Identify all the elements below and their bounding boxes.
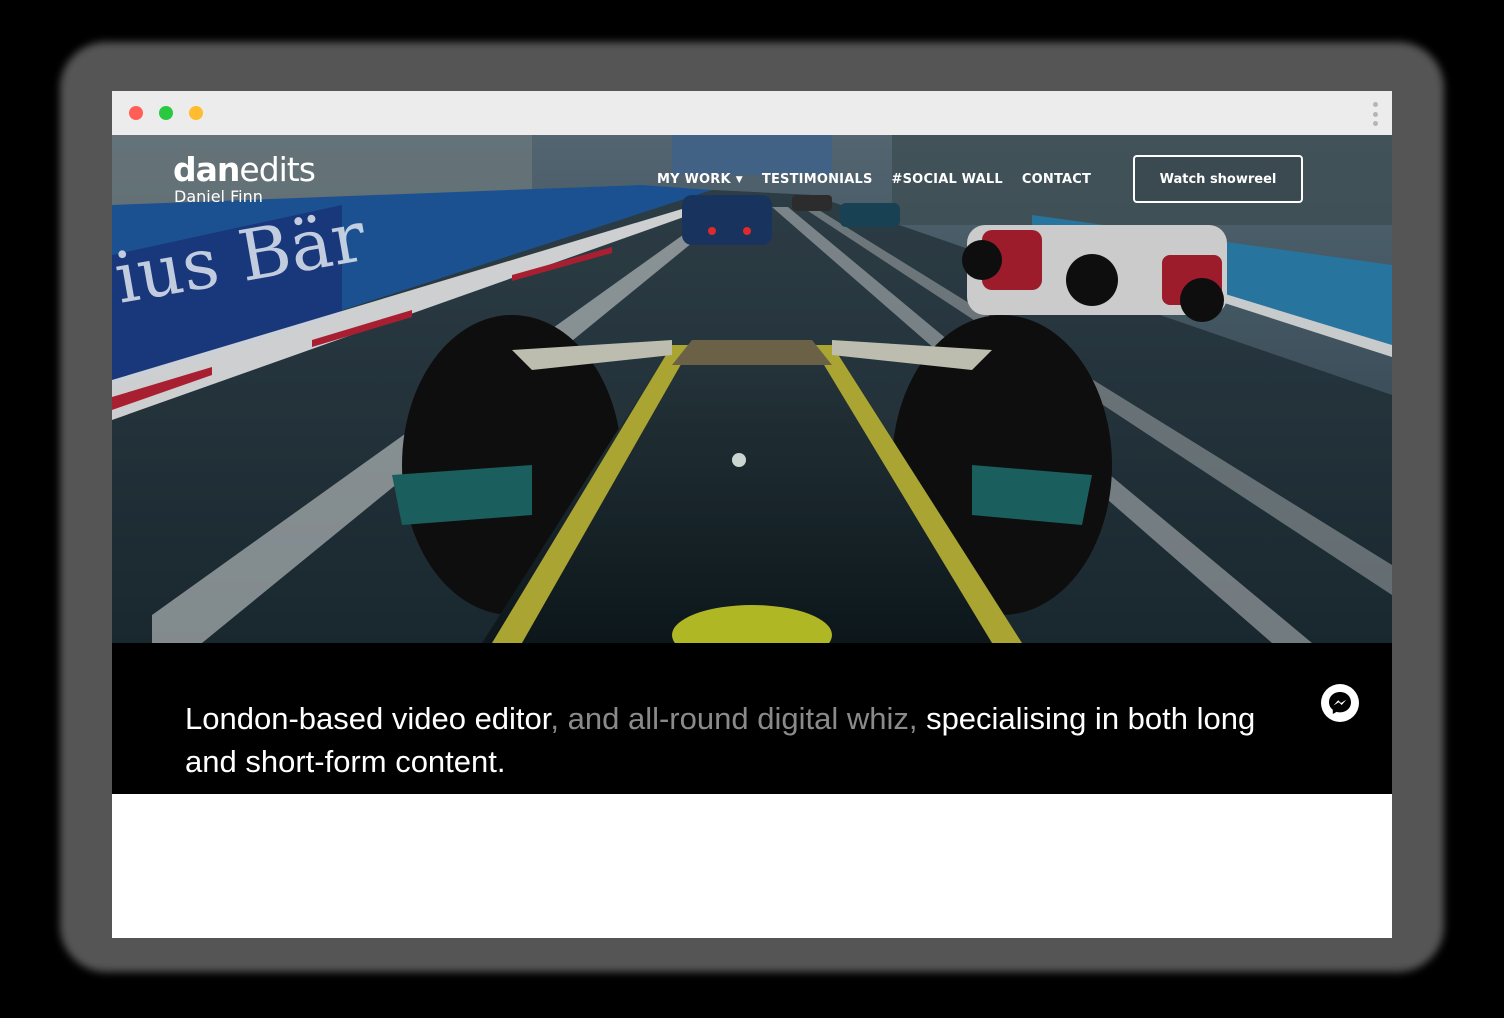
logo-light: edits [239, 150, 316, 189]
intro-text: London-based video editor, and all-round… [185, 697, 1295, 783]
main-nav: MY WORK ▼ TESTIMONIALS #SOCIAL WALL CONT… [657, 172, 1091, 187]
messenger-icon[interactable] [1321, 684, 1359, 722]
nav-my-work[interactable]: MY WORK ▼ [657, 172, 743, 187]
intro-part-2: , and all-round digital whiz, [550, 701, 927, 736]
logo-bold: dan [173, 150, 240, 189]
chevron-down-icon: ▼ [735, 174, 743, 185]
nav-testimonials-label: TESTIMONIALS [761, 172, 873, 187]
hero-section: ius Bär danedits Daniel Finn MY WORK ▼ T… [112, 135, 1392, 643]
maximize-button[interactable] [189, 106, 203, 120]
kebab-icon[interactable] [1372, 102, 1378, 126]
watch-showreel-button[interactable]: Watch showreel [1133, 155, 1303, 203]
nav-contact-label: CONTACT [1021, 172, 1092, 187]
nav-testimonials[interactable]: TESTIMONIALS [762, 172, 873, 187]
nav-contact[interactable]: CONTACT [1022, 172, 1091, 187]
logo-subtitle: Daniel Finn [174, 187, 263, 206]
close-button[interactable] [129, 106, 143, 120]
messenger-icon-glyph [1329, 692, 1351, 714]
minimize-button[interactable] [159, 106, 173, 120]
nav-social-wall-label: #SOCIAL WALL [891, 172, 1003, 187]
nav-social-wall[interactable]: #SOCIAL WALL [892, 172, 1003, 187]
nav-my-work-label: MY WORK [657, 172, 731, 187]
title-bar [112, 91, 1392, 135]
intro-section: London-based video editor, and all-round… [112, 643, 1392, 794]
page-below-fold [112, 794, 1392, 938]
hero-photo: ius Bär [112, 135, 1392, 643]
site-logo[interactable]: danedits Daniel Finn [173, 153, 316, 206]
intro-part-1: London-based video editor [185, 701, 551, 736]
browser-window: ius Bär danedits Daniel Finn MY WORK ▼ T… [112, 91, 1392, 938]
